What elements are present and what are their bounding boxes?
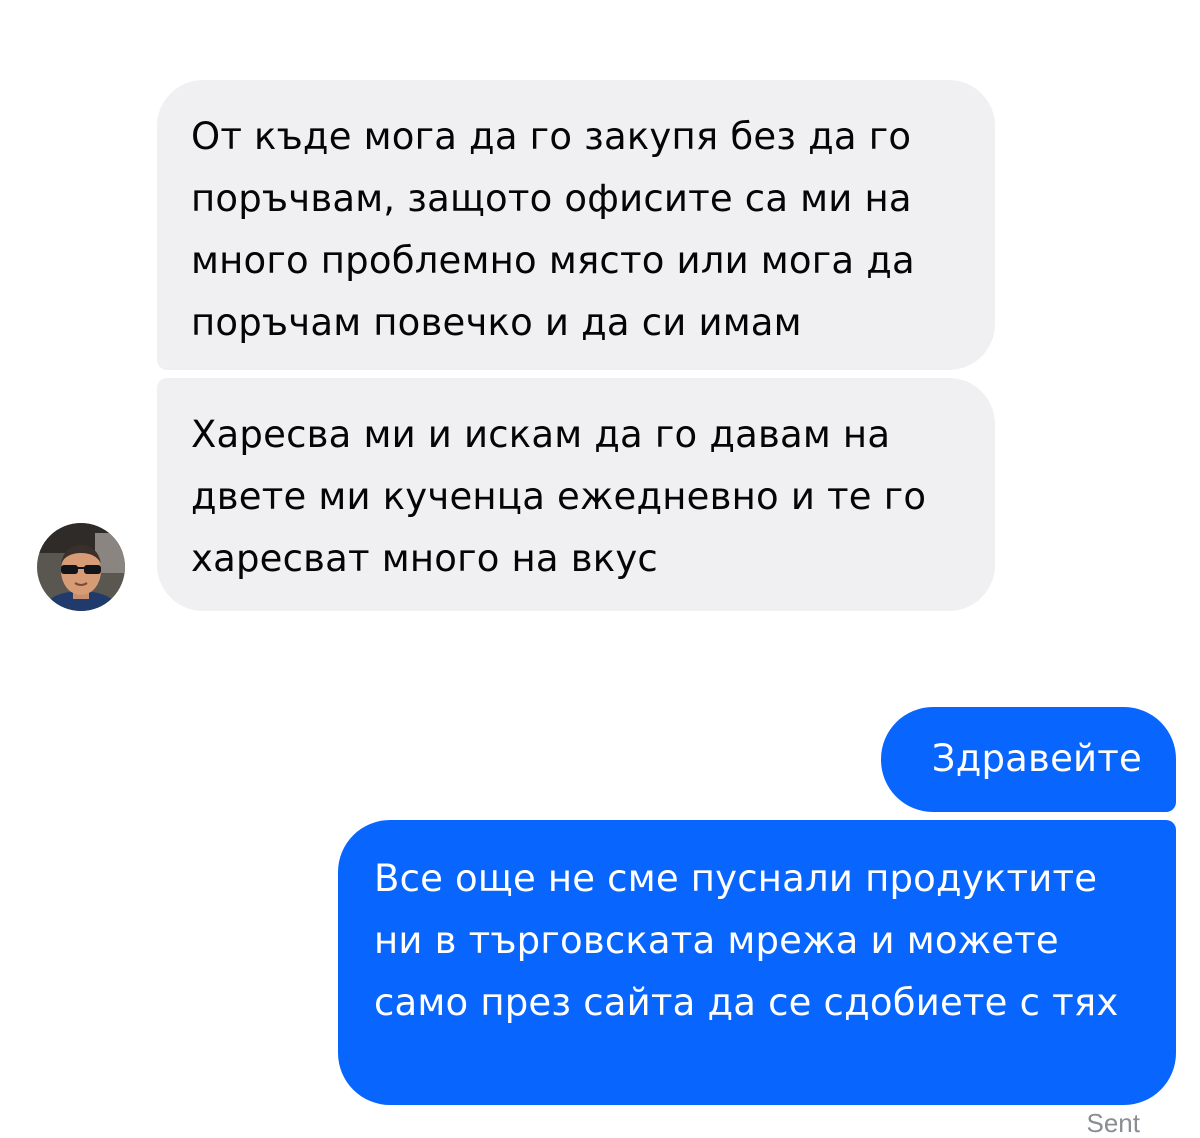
outgoing-message[interactable]: Все още не сме пуснали продуктите ни в т…: [338, 820, 1176, 1105]
outgoing-message[interactable]: Здравейте: [881, 707, 1176, 812]
incoming-message[interactable]: От къде мога да го закупя без да го поръ…: [157, 80, 995, 370]
message-status: Sent: [1086, 1108, 1141, 1138]
contact-avatar[interactable]: [37, 523, 125, 611]
profile-photo-icon: [37, 523, 125, 611]
incoming-message[interactable]: Харесва ми и искам да го давам на двете …: [157, 378, 995, 611]
message-thread: От къде мога да го закупя без да го поръ…: [0, 0, 1200, 1138]
